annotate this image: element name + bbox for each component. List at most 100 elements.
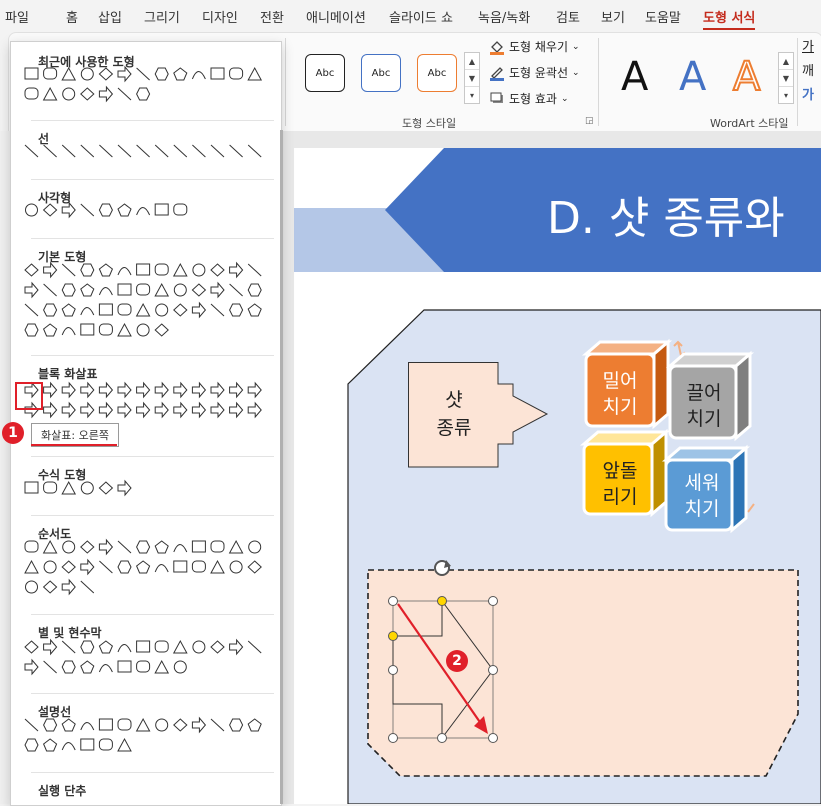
dropdown-scrollbar[interactable] [280, 130, 283, 804]
dialog-launcher-icon[interactable]: ◲ [585, 116, 594, 126]
shape-option-icon[interactable] [62, 87, 76, 101]
shape-option-icon[interactable] [43, 283, 57, 297]
expand-icon[interactable]: ▾ [779, 87, 793, 103]
shape-option-icon[interactable] [98, 85, 114, 103]
shape-option-icon[interactable] [117, 283, 132, 296]
shape-option-icon[interactable] [24, 303, 39, 317]
shape-option-icon[interactable] [24, 87, 39, 100]
shape-option-icon[interactable] [80, 323, 95, 336]
shape-option-icon[interactable] [192, 144, 206, 158]
shape-option-icon[interactable] [43, 303, 58, 317]
shape-option-icon[interactable] [247, 718, 262, 732]
shape-option-icon[interactable] [229, 638, 244, 656]
shape-effect-button[interactable]: 도형 효과 ⌄ [489, 90, 569, 107]
shape-option-icon[interactable] [98, 738, 113, 751]
shape-option-icon[interactable] [248, 540, 262, 554]
shape-option-icon[interactable] [98, 401, 114, 419]
shape-option-icon[interactable] [229, 560, 243, 574]
shape-option-icon[interactable] [61, 283, 76, 297]
shape-option-icon[interactable] [191, 716, 207, 734]
shape-option-icon[interactable] [80, 558, 95, 576]
tab-4[interactable]: 디자인 [202, 7, 238, 26]
wordart-blue[interactable]: A [679, 54, 706, 100]
shape-option-icon[interactable] [247, 381, 262, 399]
shape-option-icon[interactable] [24, 559, 39, 574]
shape-option-icon[interactable] [80, 660, 95, 674]
shape-option-icon[interactable] [80, 640, 95, 654]
shape-option-icon[interactable] [61, 144, 76, 158]
shape-option-icon[interactable] [173, 203, 188, 216]
shape-option-icon[interactable] [80, 381, 95, 399]
style-gallery-scroll[interactable]: ▲ ▼ ▾ [464, 52, 480, 104]
shape-option-icon[interactable] [192, 263, 206, 277]
shape-option-icon[interactable] [210, 640, 225, 654]
shape-option-icon[interactable] [42, 323, 58, 337]
shape-option-icon[interactable] [117, 718, 132, 731]
shape-option-icon[interactable] [136, 640, 151, 653]
chevron-down-icon[interactable]: ▼ [779, 70, 793, 87]
shape-option-icon[interactable] [24, 540, 39, 553]
shape-option-icon[interactable] [61, 401, 76, 419]
shape-option-icon[interactable] [136, 660, 151, 673]
shape-option-icon[interactable] [80, 87, 95, 101]
shape-option-icon[interactable] [210, 281, 225, 299]
shape-option-icon[interactable] [61, 578, 76, 596]
shape-option-icon[interactable] [42, 86, 58, 101]
shape-style-blue[interactable]: Abc [361, 54, 401, 92]
shape-option-icon[interactable] [229, 303, 244, 317]
shape-option-icon[interactable] [43, 718, 58, 732]
shape-option-icon[interactable] [136, 283, 151, 296]
shape-option-icon[interactable] [117, 401, 132, 419]
shape-option-icon[interactable] [24, 738, 39, 752]
shape-option-icon[interactable] [136, 207, 151, 216]
shape-option-icon[interactable] [43, 660, 57, 674]
shape-option-icon[interactable] [98, 287, 113, 296]
shape-option-icon[interactable] [24, 281, 39, 299]
shape-option-icon[interactable] [247, 640, 262, 654]
shape-option-icon[interactable] [210, 381, 225, 399]
shape-option-icon[interactable] [98, 664, 113, 673]
shape-option-icon[interactable] [136, 323, 150, 337]
shape-option-icon[interactable] [117, 87, 132, 101]
shape-option-icon[interactable] [154, 203, 169, 216]
shape-option-icon[interactable] [61, 560, 76, 574]
shape-option-icon[interactable] [136, 67, 150, 81]
shape-option-icon[interactable] [229, 144, 243, 158]
text-fill-commands[interactable]: 가 깨 가 [802, 36, 814, 108]
shape-option-icon[interactable] [210, 263, 225, 277]
shape-option-icon[interactable] [117, 644, 132, 653]
shape-option-icon[interactable] [155, 718, 169, 732]
shape-option-icon[interactable] [61, 742, 76, 751]
tab-6[interactable]: 애니메이션 [306, 7, 366, 26]
shape-fill-button[interactable]: 도형 채우기 ⌄ [489, 38, 580, 55]
shape-option-icon[interactable] [210, 67, 225, 80]
shape-option-icon[interactable] [136, 144, 150, 158]
adjust-handle[interactable] [437, 596, 447, 606]
shape-option-icon[interactable] [172, 639, 188, 654]
shape-option-icon[interactable] [61, 480, 77, 495]
shape-option-icon[interactable] [98, 640, 114, 654]
shape-option-icon[interactable] [117, 479, 132, 497]
shape-option-icon[interactable] [117, 267, 132, 276]
shape-option-icon[interactable] [43, 560, 57, 574]
shape-option-icon[interactable] [229, 381, 244, 399]
shape-option-icon[interactable] [42, 580, 58, 594]
shape-option-icon[interactable] [98, 203, 113, 217]
shape-option-icon[interactable] [117, 660, 132, 673]
shape-option-icon[interactable] [25, 580, 38, 594]
shape-option-icon[interactable] [191, 401, 207, 419]
shape-option-icon[interactable] [210, 303, 225, 317]
shape-option-icon[interactable] [61, 381, 76, 399]
text-effect-button[interactable]: 가 [802, 84, 814, 108]
shape-option-icon[interactable] [42, 738, 58, 752]
shape-option-icon[interactable] [24, 263, 39, 277]
shape-option-icon[interactable] [117, 381, 132, 399]
tab-12[interactable]: 도형 서식 [703, 7, 756, 30]
chevron-up-icon[interactable]: ▲ [465, 53, 479, 70]
shape-option-icon[interactable] [117, 560, 132, 574]
shape-option-icon[interactable] [61, 303, 76, 317]
shape-option-icon[interactable] [247, 560, 262, 574]
shape-option-icon[interactable] [154, 381, 169, 399]
shape-option-icon[interactable] [228, 539, 244, 554]
shape-option-icon[interactable] [80, 283, 95, 297]
